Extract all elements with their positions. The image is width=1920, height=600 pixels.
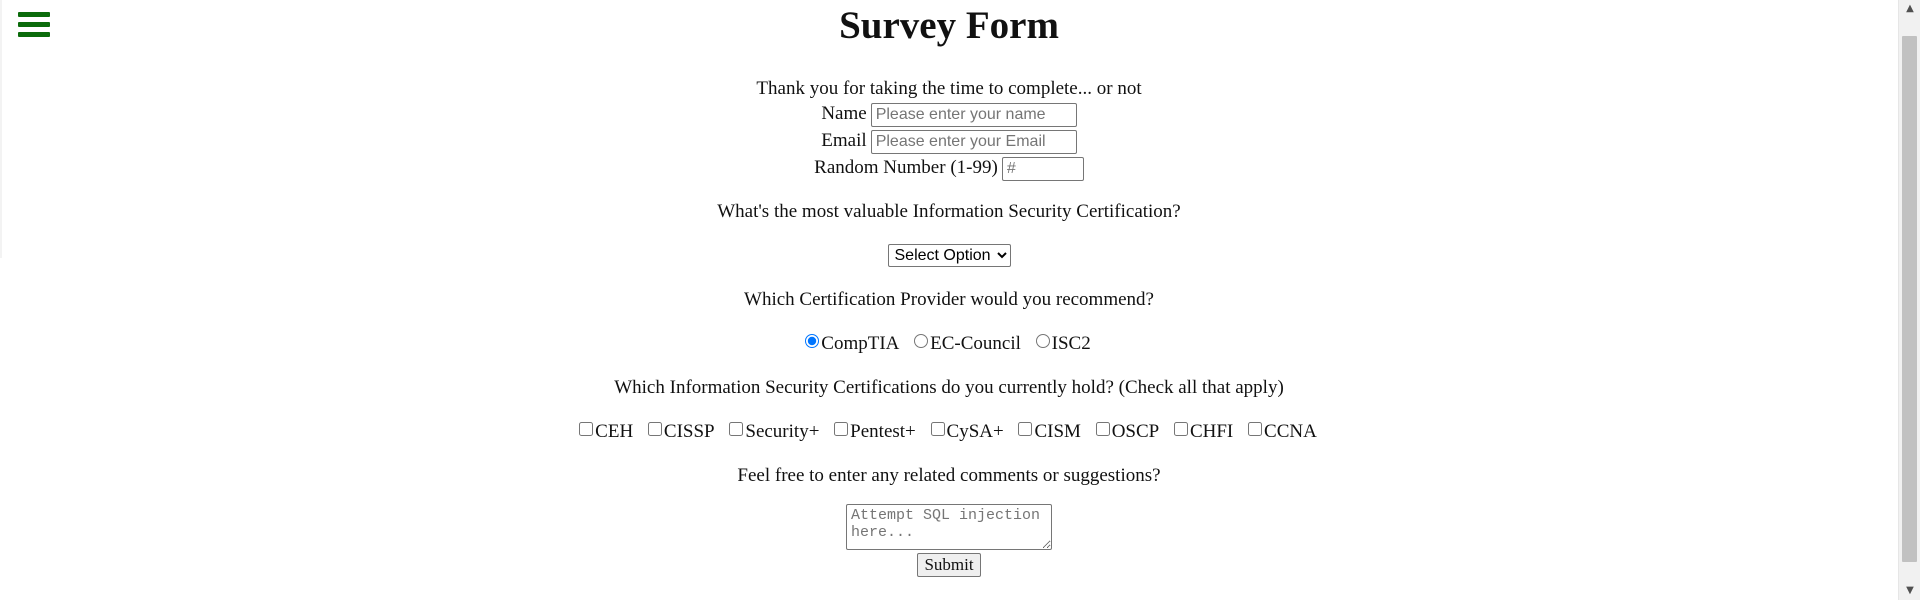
select-row: Select Option bbox=[0, 244, 1898, 268]
checkbox-ccna[interactable]: CCNA bbox=[1244, 421, 1317, 442]
checkbox-label: OSCP bbox=[1111, 421, 1160, 442]
radio-button[interactable] bbox=[1035, 334, 1050, 348]
scroll-up-arrow-icon[interactable]: ▲ bbox=[1899, 0, 1920, 18]
email-row: Email bbox=[0, 127, 1898, 154]
hamburger-bar bbox=[18, 32, 50, 37]
checkbox[interactable] bbox=[834, 422, 849, 436]
number-input[interactable] bbox=[1001, 156, 1084, 181]
submit-button[interactable]: Submit bbox=[917, 553, 981, 577]
name-label: Name bbox=[821, 103, 867, 124]
radio-button[interactable] bbox=[805, 334, 820, 348]
vertical-scrollbar[interactable]: ▲ ▼ bbox=[1898, 0, 1920, 600]
radio-comptia[interactable]: CompTIA bbox=[801, 333, 899, 354]
checkbox-ceh[interactable]: CEH bbox=[575, 421, 633, 442]
checkbox-cysa-plus[interactable]: CySA+ bbox=[927, 421, 1004, 442]
checkbox-label: CISSP bbox=[663, 421, 715, 442]
hamburger-bar bbox=[18, 12, 50, 17]
question-comments: Feel free to enter any related comments … bbox=[737, 465, 1161, 486]
checkbox[interactable] bbox=[1173, 422, 1188, 436]
name-row: Name bbox=[0, 100, 1898, 127]
page-subtitle: Thank you for taking the time to complet… bbox=[756, 78, 1142, 99]
page-title: Survey Form bbox=[839, 4, 1059, 47]
checkbox[interactable] bbox=[930, 422, 945, 436]
checkbox-chfi[interactable]: CHFI bbox=[1170, 421, 1233, 442]
checkbox-label: CySA+ bbox=[946, 421, 1004, 442]
checkbox[interactable] bbox=[579, 422, 594, 436]
provider-radio-group: CompTIA EC-Council ISC2 bbox=[0, 333, 1898, 355]
checkbox-label: CEH bbox=[595, 421, 634, 442]
checkbox-cissp[interactable]: CISSP bbox=[644, 421, 715, 442]
browser-viewport: Survey Form Thank you for taking the tim… bbox=[0, 0, 1920, 600]
checkbox[interactable] bbox=[1018, 422, 1033, 436]
checkbox-label: Pentest+ bbox=[850, 421, 916, 442]
email-input[interactable] bbox=[870, 129, 1077, 154]
scroll-down-arrow-icon[interactable]: ▼ bbox=[1899, 582, 1920, 600]
checkbox-label: CHFI bbox=[1189, 421, 1234, 442]
certs-checkbox-group: CEH CISSP Security+ Pentest+ CySA+ CISM … bbox=[0, 421, 1898, 443]
scroll-thumb[interactable] bbox=[1902, 36, 1917, 562]
question-certs-held: Which Information Security Certification… bbox=[614, 377, 1284, 398]
side-panel-edge bbox=[0, 0, 2, 258]
question-most-valuable-cert: What's the most valuable Information Sec… bbox=[717, 201, 1181, 222]
radio-label: ISC2 bbox=[1051, 333, 1091, 354]
comments-textarea[interactable] bbox=[846, 504, 1052, 550]
hamburger-bar bbox=[18, 22, 50, 27]
radio-isc2[interactable]: ISC2 bbox=[1032, 333, 1091, 354]
question-provider: Which Certification Provider would you r… bbox=[744, 289, 1154, 310]
email-label: Email bbox=[821, 130, 867, 151]
checkbox-label: CCNA bbox=[1264, 421, 1317, 442]
survey-form: Survey Form Thank you for taking the tim… bbox=[0, 0, 1898, 577]
name-input[interactable] bbox=[870, 102, 1077, 127]
checkbox[interactable] bbox=[729, 422, 744, 436]
submit-row: Submit bbox=[0, 553, 1898, 577]
survey-page: Survey Form Thank you for taking the tim… bbox=[0, 0, 1898, 600]
number-row: Random Number (1-99) bbox=[0, 154, 1898, 181]
checkbox-oscp[interactable]: OSCP bbox=[1092, 421, 1160, 442]
hamburger-menu-icon[interactable] bbox=[18, 12, 50, 40]
checkbox[interactable] bbox=[1095, 422, 1110, 436]
number-label: Random Number (1-99) bbox=[814, 157, 998, 178]
checkbox[interactable] bbox=[647, 422, 662, 436]
checkbox-label: CISM bbox=[1034, 421, 1081, 442]
checkbox-security-plus[interactable]: Security+ bbox=[725, 421, 819, 442]
comments-row bbox=[0, 504, 1898, 550]
radio-ec-council[interactable]: EC-Council bbox=[910, 333, 1021, 354]
radio-button[interactable] bbox=[914, 334, 929, 348]
radio-label: CompTIA bbox=[821, 333, 900, 354]
cert-select[interactable]: Select Option bbox=[887, 244, 1011, 267]
checkbox-cism[interactable]: CISM bbox=[1014, 421, 1081, 442]
checkbox[interactable] bbox=[1248, 422, 1263, 436]
checkbox-label: Security+ bbox=[745, 421, 820, 442]
checkbox-pentest-plus[interactable]: Pentest+ bbox=[830, 421, 916, 442]
radio-label: EC-Council bbox=[930, 333, 1021, 354]
